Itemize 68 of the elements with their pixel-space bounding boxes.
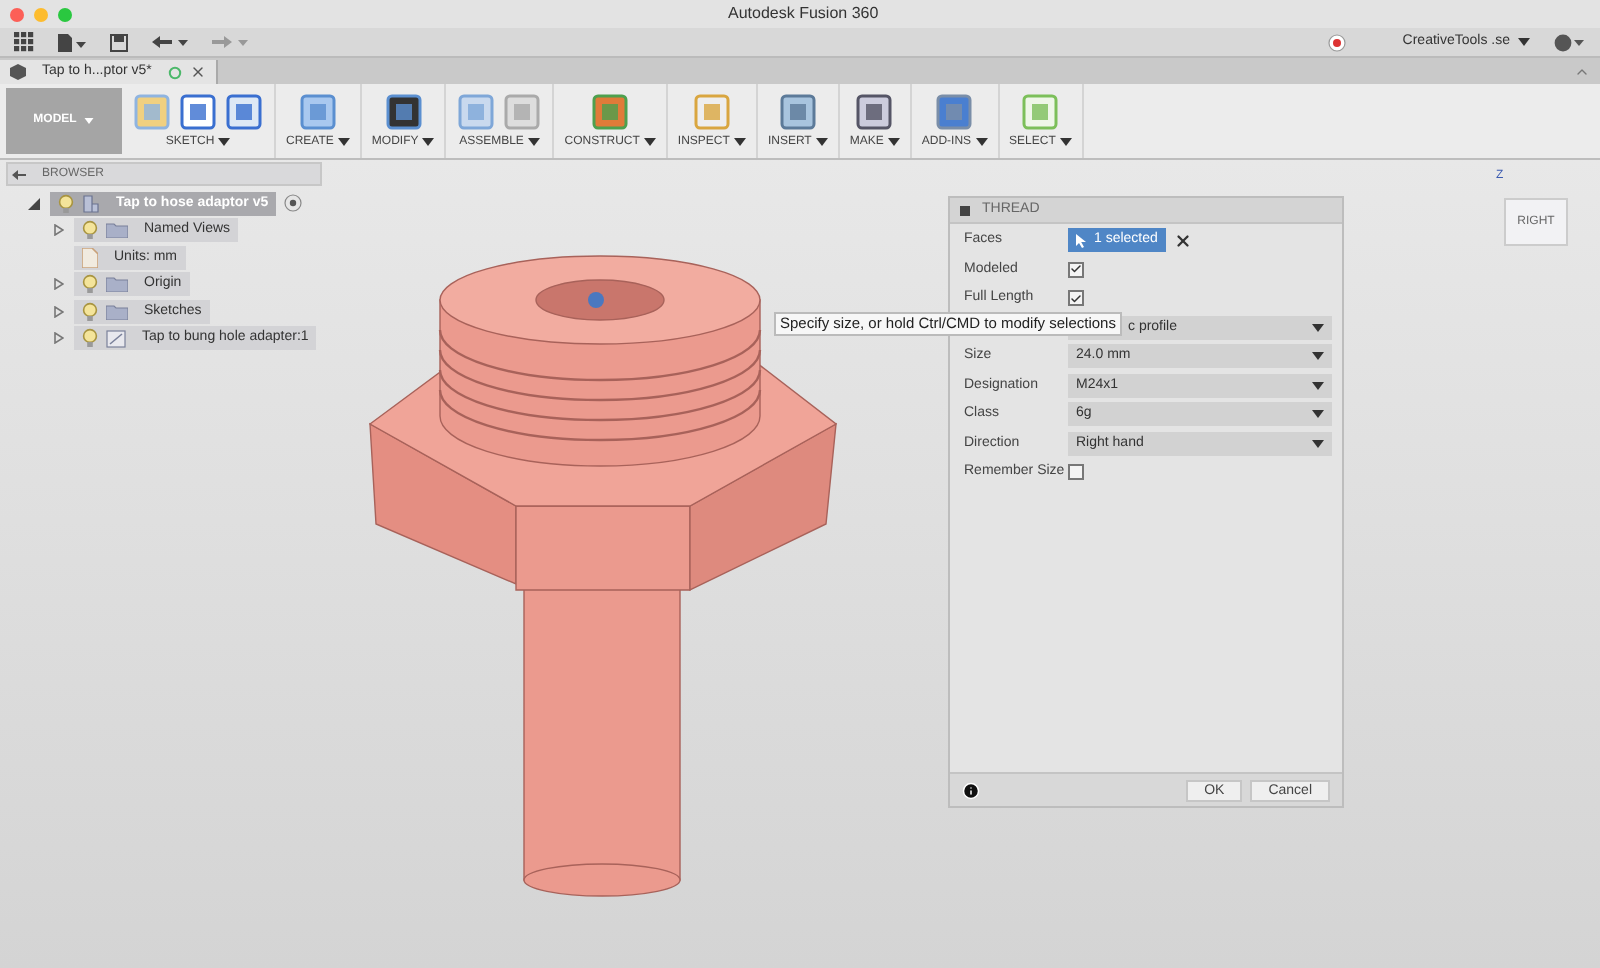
caret-icon — [1312, 439, 1324, 448]
window-select-icon[interactable] — [1020, 91, 1061, 131]
cube-icon — [10, 64, 26, 80]
plane-icon[interactable] — [590, 91, 631, 131]
caret-icon — [1312, 381, 1324, 390]
caret-icon — [1312, 352, 1324, 361]
caret-icon — [337, 138, 350, 146]
window-title: Autodesk Fusion 360 — [728, 2, 879, 26]
lightbulb-icon[interactable] — [82, 220, 98, 241]
caret-icon — [422, 138, 435, 146]
close-tab-icon[interactable] — [189, 64, 206, 80]
component-icon — [106, 329, 126, 348]
info-icon[interactable] — [962, 781, 980, 799]
scripts-icon[interactable] — [934, 91, 975, 131]
lightbulb-icon[interactable] — [82, 301, 98, 322]
document-icon — [82, 247, 98, 268]
dialog-icon — [960, 205, 970, 215]
collapsed-triangle-icon[interactable] — [53, 332, 63, 345]
collapsed-triangle-icon[interactable] — [53, 224, 63, 237]
checkbox[interactable] — [1068, 464, 1084, 481]
caret-icon — [1312, 410, 1324, 419]
folder-icon — [106, 222, 128, 239]
lightbulb-icon[interactable] — [82, 274, 98, 295]
cursor-icon — [1076, 233, 1086, 248]
caret-icon — [815, 138, 828, 146]
caret-icon — [887, 138, 900, 146]
caret-icon — [975, 138, 988, 146]
undo-icon[interactable] — [152, 34, 188, 50]
caret-icon — [218, 138, 231, 146]
save-icon[interactable] — [110, 33, 128, 51]
box-icon[interactable] — [297, 91, 338, 131]
folder-icon — [106, 303, 128, 320]
printer-icon[interactable] — [854, 91, 895, 131]
collapse-panel-icon[interactable] — [12, 169, 26, 179]
arc-icon[interactable] — [178, 91, 218, 131]
close-window-button[interactable] — [10, 7, 24, 21]
rigid-group-icon[interactable] — [502, 91, 543, 131]
redo-icon[interactable] — [212, 34, 248, 50]
caret-icon — [643, 138, 656, 146]
record-icon[interactable] — [1328, 33, 1347, 51]
cloud-sync-icon — [167, 65, 182, 79]
collapsed-triangle-icon[interactable] — [53, 278, 63, 291]
caret-icon — [527, 138, 540, 146]
checkbox[interactable] — [1068, 290, 1084, 307]
caret-icon — [1059, 138, 1072, 146]
file-icon[interactable] — [58, 33, 86, 51]
push-pull-icon[interactable] — [383, 91, 424, 131]
folder-icon — [106, 276, 128, 293]
radio-icon[interactable] — [284, 194, 303, 213]
caret-icon — [1518, 38, 1530, 46]
collapse-toolbar-icon[interactable] — [1574, 64, 1590, 80]
expanded-triangle-icon[interactable] — [28, 197, 40, 210]
checkbox[interactable] — [1068, 261, 1084, 278]
caret-icon — [84, 118, 95, 124]
help-icon[interactable] — [1554, 33, 1586, 51]
lightbulb-icon[interactable] — [58, 193, 74, 214]
joint-icon[interactable] — [456, 91, 497, 131]
app-grid-icon[interactable] — [14, 32, 34, 52]
component-icon — [82, 193, 100, 214]
image-icon[interactable] — [777, 91, 818, 131]
measure-icon[interactable] — [691, 91, 732, 131]
lightbulb-icon[interactable] — [82, 328, 98, 349]
collapsed-triangle-icon[interactable] — [53, 305, 63, 318]
clear-selection-icon[interactable] — [1173, 231, 1192, 250]
adapter-model-drawing[interactable] — [368, 255, 838, 897]
caret-icon — [733, 138, 746, 146]
rectangle-icon[interactable] — [224, 91, 264, 131]
caret-icon — [1312, 323, 1324, 332]
